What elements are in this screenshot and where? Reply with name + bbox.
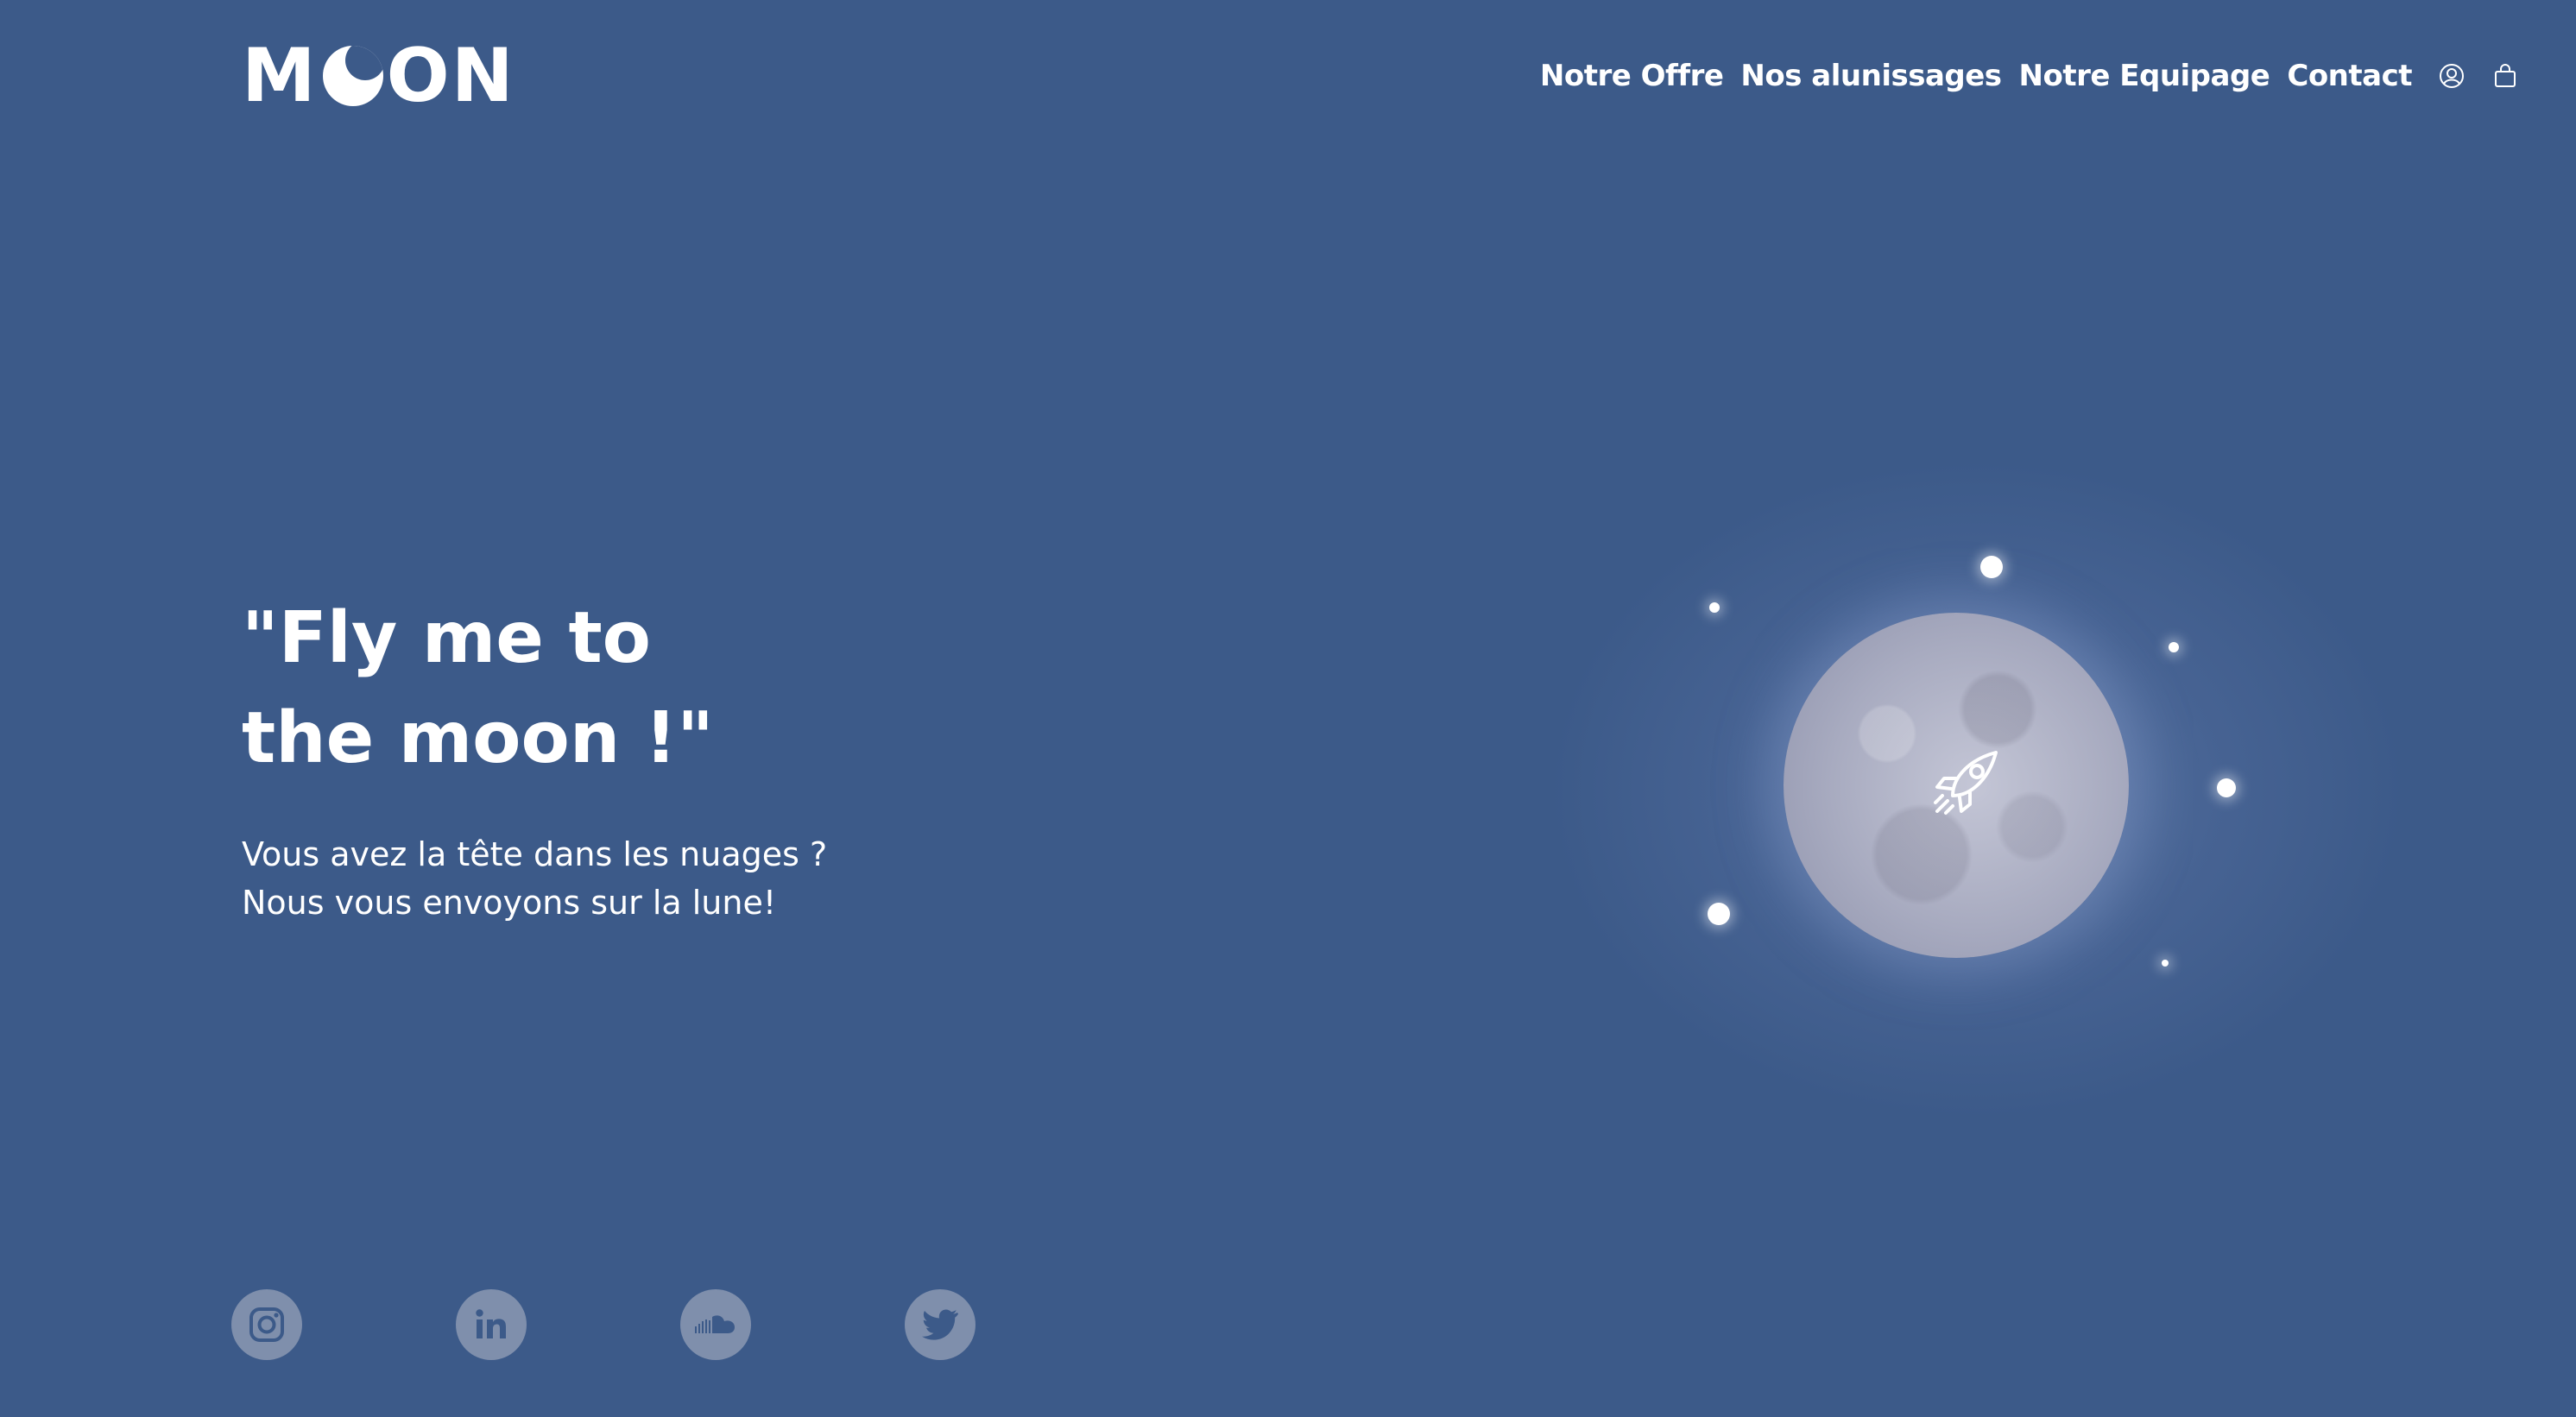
star-dot: [2217, 778, 2236, 797]
user-icon[interactable]: [2438, 62, 2466, 90]
soundcloud-icon[interactable]: [680, 1289, 751, 1360]
nav-link-notre-offre[interactable]: Notre Offre: [1540, 59, 1724, 93]
crescent-moon-icon: [322, 46, 383, 106]
social-links: [231, 1289, 975, 1360]
star-dot: [2169, 642, 2179, 652]
hero-title: "Fly me to the moon !": [242, 589, 714, 789]
logo-text-right: ON: [386, 33, 515, 119]
rocket-icon[interactable]: [1927, 744, 2005, 822]
hero-subtitle-line-1: Vous avez la tête dans les nuages ?: [242, 835, 828, 873]
star-dot: [2162, 960, 2169, 967]
nav-link-nos-alunissages[interactable]: Nos alunissages: [1740, 59, 2002, 93]
twitter-icon[interactable]: [905, 1289, 975, 1360]
nav-link-notre-equipage[interactable]: Notre Equipage: [2019, 59, 2270, 93]
instagram-icon[interactable]: [231, 1289, 302, 1360]
star-dot: [1708, 903, 1730, 925]
main-nav: Notre Offre Nos alunissages Notre Equipa…: [1540, 52, 2519, 100]
hero-title-line-1: "Fly me to: [242, 597, 651, 679]
brand-logo[interactable]: M ON: [242, 33, 515, 119]
bag-icon[interactable]: [2491, 62, 2519, 90]
hero-title-line-2: the moon !": [242, 697, 714, 779]
hero-subtitle: Vous avez la tête dans les nuages ? Nous…: [242, 830, 827, 927]
logo-text-left: M: [242, 33, 318, 119]
star-dot: [1709, 602, 1720, 613]
page: M ON Notre Offre Nos alunissages Notre E…: [0, 0, 2576, 1417]
linkedin-icon[interactable]: [456, 1289, 527, 1360]
star-dot: [1980, 556, 2003, 578]
hero-subtitle-line-2: Nous vous envoyons sur la lune!: [242, 884, 777, 922]
nav-link-contact[interactable]: Contact: [2287, 59, 2412, 93]
